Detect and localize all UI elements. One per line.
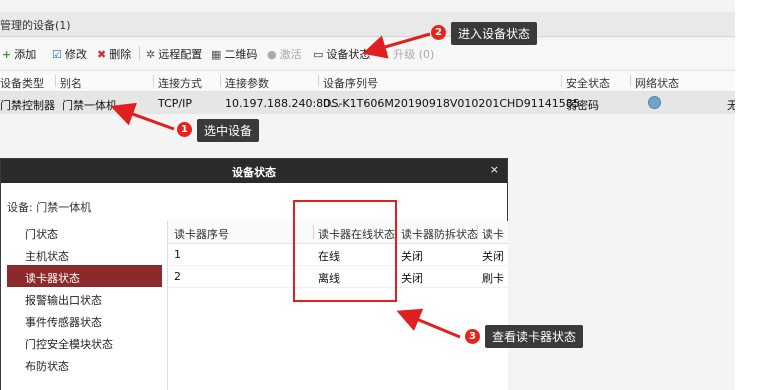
callout-select-device: 选中设备 (197, 119, 260, 142)
callout-enter-device-status: 进入设备状态 (451, 22, 538, 45)
step-badge-1: 1 (177, 122, 192, 137)
callout-view-reader-status: 查看读卡器状态 (485, 325, 584, 348)
annotation-arrows (110, 32, 461, 339)
arrow-2 (362, 32, 431, 59)
step-badge-3: 3 (465, 329, 480, 344)
step-badge-2: 2 (431, 25, 446, 40)
arrow-3 (396, 308, 461, 339)
arrow-1 (110, 102, 175, 131)
